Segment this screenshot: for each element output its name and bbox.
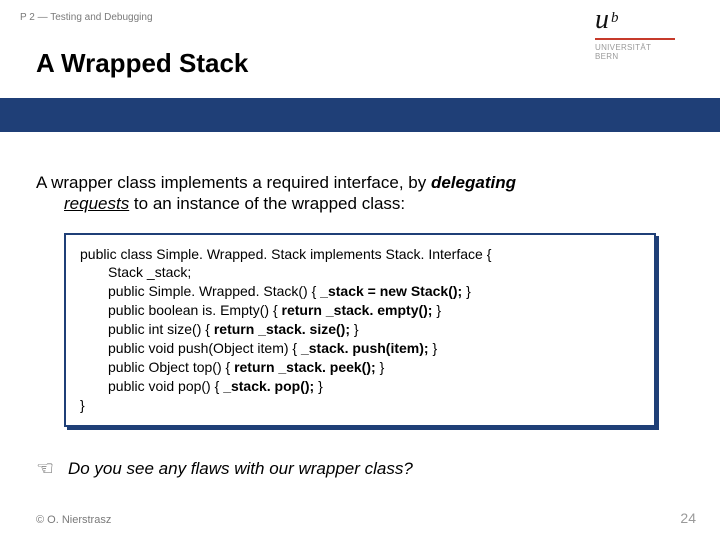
code-box: public class Simple. Wrapped. Stack impl… (64, 233, 656, 427)
logo-university-text: UNIVERSITÄT (595, 43, 690, 52)
para-delegating: delegating (431, 173, 516, 192)
code-seg: public int size() { (108, 321, 214, 337)
code-seg: } (380, 359, 385, 375)
copyright: © O. Nierstrasz (36, 514, 111, 526)
question-text: Do you see any flaws with our wrapper cl… (68, 459, 413, 479)
title-box: A Wrapped Stack (0, 38, 560, 93)
page-number: 24 (680, 510, 696, 526)
slide: P 2 — Testing and Debugging ub UNIVERSIT… (0, 0, 720, 540)
intro-paragraph: A wrapper class implements a required in… (36, 172, 684, 215)
question-row: ☞ Do you see any flaws with our wrapper … (36, 456, 413, 481)
code-seg: } (318, 378, 323, 394)
logo-bern-text: BERN (595, 52, 690, 61)
code-bold: _stack. pop(); (223, 378, 318, 394)
code-seg: public void pop() { (108, 378, 223, 394)
code-line: public void pop() { _stack. pop(); } (108, 377, 640, 396)
page-title: A Wrapped Stack (36, 48, 560, 79)
code-bold: return _stack. size(); (214, 321, 354, 337)
code-bold: _stack. push(item); (301, 340, 432, 356)
code-line: public Simple. Wrapped. Stack() { _stack… (108, 282, 640, 301)
code-seg: public Object top() { (108, 359, 234, 375)
logo-bar (595, 38, 675, 40)
para-text-1a: A wrapper class implements a required in… (36, 173, 431, 192)
para-text-2b: to an instance of the wrapped class: (129, 194, 405, 213)
code-seg: } (436, 302, 441, 318)
code-seg: } (432, 340, 437, 356)
code-line: public void push(Object item) { _stack. … (108, 339, 640, 358)
code-seg: public Simple. Wrapped. Stack() { (108, 283, 320, 299)
code-line: public int size() { return _stack. size(… (108, 320, 640, 339)
code-seg: public boolean is. Empty() { (108, 302, 282, 318)
code-seg: } (466, 283, 471, 299)
code-seg: } (354, 321, 359, 337)
code-seg: public void push(Object item) { (108, 340, 301, 356)
code-line: public class Simple. Wrapped. Stack impl… (80, 245, 640, 264)
logo-b-glyph: b (611, 10, 619, 26)
body: A wrapper class implements a required in… (36, 172, 684, 427)
code-bold: return _stack. peek(); (234, 359, 380, 375)
code-line: public Object top() { return _stack. pee… (108, 358, 640, 377)
header-band (0, 98, 720, 132)
code-line: } (80, 396, 640, 415)
code-line: public boolean is. Empty() { return _sta… (108, 301, 640, 320)
logo-u-glyph: u (595, 4, 609, 35)
code-bold: return _stack. empty(); (282, 302, 437, 318)
university-logo: ub UNIVERSITÄT BERN (595, 6, 690, 61)
pointing-hand-icon: ☞ (36, 456, 54, 481)
para-requests: requests (64, 194, 129, 213)
breadcrumb: P 2 — Testing and Debugging (20, 12, 153, 23)
code-line: Stack _stack; (108, 263, 640, 282)
code-bold: _stack = new Stack(); (320, 283, 466, 299)
